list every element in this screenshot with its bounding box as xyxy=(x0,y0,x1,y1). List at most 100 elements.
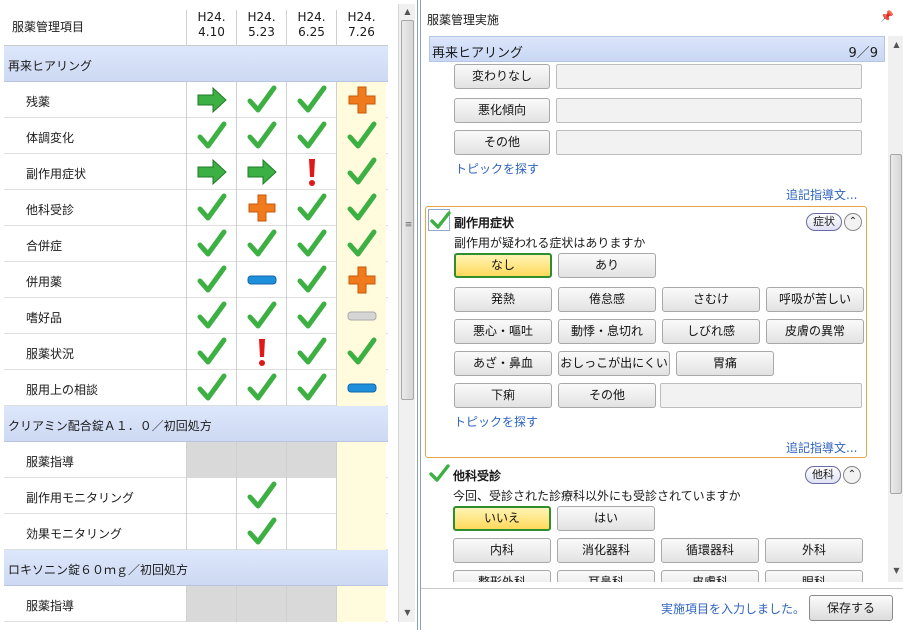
other-dept-checkbox[interactable] xyxy=(427,462,450,484)
symptom-chills-button[interactable]: さむけ xyxy=(662,287,760,312)
history-cell[interactable] xyxy=(186,262,236,298)
history-row[interactable]: 服薬指導 xyxy=(4,442,388,478)
answer-worsening-button[interactable]: 悪化傾向 xyxy=(454,98,550,123)
history-cell[interactable] xyxy=(336,370,386,406)
symptom-diarrhea-button[interactable]: 下痢 xyxy=(454,383,552,408)
answer-no-button[interactable]: いいえ xyxy=(453,506,551,531)
symptom-skin-button[interactable]: 皮膚の異常 xyxy=(766,319,864,344)
right-scrollbar[interactable]: ▲ ▼ xyxy=(888,36,903,582)
side-effect-checkbox[interactable] xyxy=(428,209,451,231)
history-cell[interactable] xyxy=(336,82,386,118)
answer-yes-button[interactable]: はい xyxy=(557,506,655,531)
history-cell[interactable] xyxy=(186,334,236,370)
history-cell[interactable] xyxy=(186,82,236,118)
history-cell[interactable] xyxy=(286,478,336,514)
history-cell[interactable] xyxy=(336,226,386,262)
symptom-palpitation-button[interactable]: 動悸・息切れ xyxy=(558,319,656,344)
find-topic-link[interactable]: トピックを探す xyxy=(455,160,539,177)
symptom-nausea-button[interactable]: 悪心・嘔吐 xyxy=(454,319,552,344)
history-cell[interactable] xyxy=(286,334,336,370)
collapse-up-icon[interactable]: ⌃ xyxy=(844,213,862,231)
history-cell[interactable] xyxy=(186,442,236,478)
left-scroll-thumb[interactable]: ≡ xyxy=(401,20,414,400)
history-cell[interactable] xyxy=(236,154,286,190)
history-cell[interactable] xyxy=(236,118,286,154)
history-cell[interactable] xyxy=(286,82,336,118)
history-cell[interactable] xyxy=(286,226,336,262)
pin-icon[interactable]: 📌 xyxy=(880,10,894,23)
history-cell[interactable] xyxy=(336,190,386,226)
section-header[interactable]: 再来ヒアリング xyxy=(4,46,388,82)
history-cell[interactable] xyxy=(336,298,386,334)
save-button[interactable]: 保存する xyxy=(809,595,893,621)
history-row[interactable]: 合併症 xyxy=(4,226,388,262)
history-cell[interactable] xyxy=(236,334,286,370)
symptom-other-button[interactable]: その他 xyxy=(558,383,656,408)
history-row[interactable]: 他科受診 xyxy=(4,190,388,226)
history-cell[interactable] xyxy=(286,298,336,334)
other-dept-tag[interactable]: 他科 xyxy=(805,466,841,484)
answer-none-button[interactable]: なし xyxy=(454,253,552,278)
history-cell[interactable] xyxy=(336,262,386,298)
other-note-field[interactable] xyxy=(556,130,862,155)
history-cell[interactable] xyxy=(336,514,386,550)
dept-cardio-button[interactable]: 循環器科 xyxy=(661,538,759,563)
scroll-down-icon[interactable]: ▼ xyxy=(402,608,413,620)
history-row[interactable]: 残薬 xyxy=(4,82,388,118)
history-row[interactable]: 副作用症状 xyxy=(4,154,388,190)
history-cell[interactable] xyxy=(336,118,386,154)
history-cell[interactable] xyxy=(186,190,236,226)
symptom-stomach-button[interactable]: 胃痛 xyxy=(676,351,774,376)
symptom-other-field[interactable] xyxy=(660,383,862,408)
history-cell[interactable] xyxy=(236,514,286,550)
answer-no-change-button[interactable]: 変わりなし xyxy=(454,64,550,89)
history-cell[interactable] xyxy=(236,82,286,118)
history-cell[interactable] xyxy=(286,586,336,622)
history-row[interactable]: 服薬指導 xyxy=(4,586,388,622)
find-topic-link[interactable]: トピックを探す xyxy=(454,413,538,430)
history-row[interactable]: 体調変化 xyxy=(4,118,388,154)
answer-yes-button[interactable]: あり xyxy=(558,253,656,278)
history-cell[interactable] xyxy=(286,442,336,478)
history-cell[interactable] xyxy=(186,514,236,550)
scroll-down-icon[interactable]: ▼ xyxy=(891,566,902,578)
history-cell[interactable] xyxy=(286,514,336,550)
answer-other-button[interactable]: その他 xyxy=(454,130,550,155)
history-cell[interactable] xyxy=(236,190,286,226)
history-cell[interactable] xyxy=(236,586,286,622)
date-column-2[interactable]: H24. 5.23 xyxy=(236,10,286,46)
history-row[interactable]: 効果モニタリング xyxy=(4,514,388,550)
history-cell[interactable] xyxy=(236,298,286,334)
history-cell[interactable] xyxy=(286,118,336,154)
history-cell[interactable] xyxy=(336,154,386,190)
symptom-bruise-button[interactable]: あざ・鼻血 xyxy=(454,351,552,376)
dept-ortho-button[interactable]: 整形外科 xyxy=(453,570,551,582)
worsening-note-field[interactable] xyxy=(556,98,862,123)
history-cell[interactable] xyxy=(186,370,236,406)
hearing-section-header[interactable]: 再来ヒアリング 9／9 xyxy=(429,36,885,62)
history-cell[interactable] xyxy=(186,586,236,622)
dept-gastro-button[interactable]: 消化器科 xyxy=(557,538,655,563)
dept-ent-button[interactable]: 耳鼻科 xyxy=(557,570,655,582)
symptom-fatigue-button[interactable]: 倦怠感 xyxy=(558,287,656,312)
symptom-urination-button[interactable]: おしっこが出にくい xyxy=(558,351,670,376)
add-guidance-link[interactable]: 追記指導文... xyxy=(786,186,857,203)
history-cell[interactable] xyxy=(186,226,236,262)
date-column-3[interactable]: H24. 6.25 xyxy=(286,10,336,46)
add-guidance-link[interactable]: 追記指導文... xyxy=(786,439,857,456)
scroll-up-icon[interactable]: ▲ xyxy=(891,40,902,52)
section-header[interactable]: ロキソニン錠６０ｍｇ／初回処方 xyxy=(4,550,388,586)
history-cell[interactable] xyxy=(236,226,286,262)
left-scrollbar[interactable]: ▲ ≡ ▼ xyxy=(398,4,415,622)
history-cell[interactable] xyxy=(336,478,386,514)
history-cell[interactable] xyxy=(286,370,336,406)
history-cell[interactable] xyxy=(336,442,386,478)
date-column-1[interactable]: H24. 4.10 xyxy=(186,10,236,46)
section-header[interactable]: クリアミン配合錠Ａ１．０／初回処方 xyxy=(4,406,388,442)
history-cell[interactable] xyxy=(186,118,236,154)
dept-derma-button[interactable]: 皮膚科 xyxy=(661,570,759,582)
history-cell[interactable] xyxy=(236,262,286,298)
symptom-numbness-button[interactable]: しびれ感 xyxy=(662,319,760,344)
scroll-up-icon[interactable]: ▲ xyxy=(402,7,413,19)
history-row[interactable]: 服用上の相談 xyxy=(4,370,388,406)
